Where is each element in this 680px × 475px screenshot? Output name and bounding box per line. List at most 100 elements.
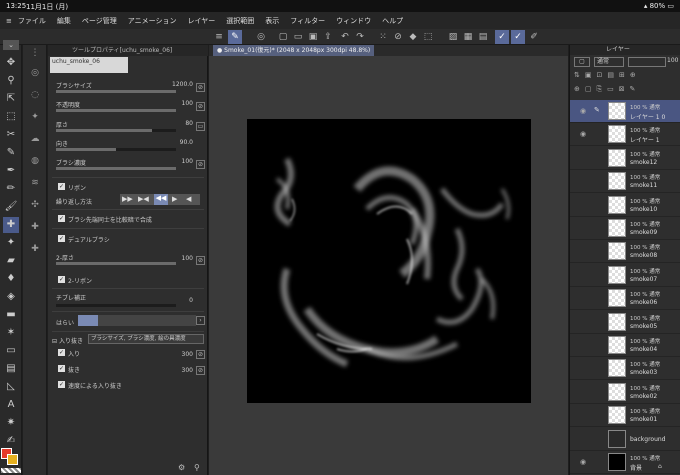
visibility-toggle[interactable] <box>580 224 588 232</box>
menu-view[interactable]: 表示 <box>265 16 279 26</box>
flick-selector[interactable] <box>78 315 196 326</box>
visibility-toggle[interactable] <box>580 364 588 372</box>
save-icon[interactable]: ▣ <box>306 30 320 44</box>
repeat-reverse-icon[interactable]: ◀◀ <box>154 194 168 205</box>
subtool-item-icon[interactable]: ✦ <box>27 109 43 125</box>
brush-size-slider[interactable] <box>56 90 176 93</box>
palette-menu-icon[interactable]: ⋮ <box>27 45 43 61</box>
export-icon[interactable]: ⇪ <box>321 30 335 44</box>
repeat-random-icon[interactable]: ◀ <box>186 195 191 203</box>
layer-color-icon[interactable]: ▢ <box>574 57 590 67</box>
fill-icon[interactable]: ◆ <box>406 30 420 44</box>
menu-edit[interactable]: 編集 <box>57 16 71 26</box>
triangle-icon[interactable]: ◺ <box>3 379 19 395</box>
speed-taper-checkbox[interactable]: ✓ <box>58 381 65 388</box>
repeat-forward-icon[interactable]: ▶▶ <box>122 195 133 203</box>
direction-value[interactable]: 90.0 <box>180 139 193 146</box>
undo-icon[interactable]: ↶ <box>338 30 352 44</box>
brush-size-value[interactable]: 1200.0 <box>172 81 193 88</box>
fill-bucket-icon[interactable]: ◈ <box>3 289 19 305</box>
thickness2-value[interactable]: 100 <box>182 255 193 262</box>
search-icon[interactable]: ⚲ <box>194 463 200 472</box>
layer-row[interactable]: 100 % 通常 smoke02 <box>570 381 680 404</box>
menu-help[interactable]: ヘルプ <box>382 16 403 26</box>
layer-row[interactable]: 100 % 通常 smoke11 <box>570 170 680 194</box>
layer-row[interactable]: 100 % 通常 smoke03 <box>570 357 680 381</box>
canvas[interactable] <box>247 119 531 403</box>
eraser-icon[interactable]: ▰ <box>3 253 19 269</box>
layer-row[interactable]: background <box>570 428 680 451</box>
layer-row[interactable]: 100 % 通常 smoke05 <box>570 311 680 334</box>
opacity-value[interactable]: 100 <box>182 100 193 107</box>
layer-row[interactable]: 100 % 通常 smoke07 <box>570 264 680 287</box>
tilt-correction-slider[interactable] <box>56 304 176 307</box>
layer-row[interactable]: 100 % 通常 smoke04 <box>570 334 680 357</box>
move-icon[interactable]: ✥ <box>3 55 19 71</box>
flick-option-active[interactable] <box>78 315 98 326</box>
dual-brush-checkbox[interactable]: ✓ <box>58 235 65 242</box>
subtool-item-icon[interactable]: ✚ <box>27 219 43 235</box>
ribbon2-checkbox[interactable]: ✓ <box>58 276 65 283</box>
layer-options-row[interactable]: ⇅▣⊡▤⊞⊕ <box>574 71 678 81</box>
tool-property-tab[interactable]: ツールプロパティ[uchu_smoke_06] <box>48 45 208 56</box>
blend-icon[interactable]: ♦ <box>3 271 19 287</box>
selection-icon[interactable]: ⬚ <box>3 109 19 125</box>
chevron-down-icon[interactable]: ⌄ <box>3 40 19 50</box>
clear-icon[interactable]: ⊘ <box>391 30 405 44</box>
frame-icon[interactable]: ▭ <box>3 343 19 359</box>
document-tab[interactable]: ● Smoke_01(復元)* (2048 x 2048px 300dpi 48… <box>213 45 375 56</box>
layer-row[interactable]: 100 % 通常 smoke06 <box>570 287 680 311</box>
menu-layer[interactable]: レイヤー <box>187 16 215 26</box>
visibility-toggle[interactable] <box>580 154 588 162</box>
eye-icon[interactable]: ◉ <box>580 458 588 466</box>
settings-icon[interactable]: ⚙ <box>178 463 185 472</box>
repeat-pingpong-icon[interactable]: ▶◀ <box>138 195 149 203</box>
visibility-toggle[interactable] <box>580 435 588 443</box>
repeat-method-selector[interactable]: ▶▶ ▶◀ ◀◀ ▶ ◀ <box>120 194 200 205</box>
menu-page[interactable]: ページ管理 <box>82 16 117 26</box>
hamburger-icon[interactable]: ≡ <box>212 30 226 44</box>
visibility-toggle[interactable] <box>580 388 588 396</box>
subtool-item-icon[interactable]: ≋ <box>27 175 43 191</box>
gallery-icon[interactable]: ◎ <box>254 30 268 44</box>
taper-dropdown[interactable]: ブラシサイズ, ブラシ濃度, 絵の具濃度 <box>88 334 204 344</box>
visibility-toggle[interactable] <box>580 294 588 302</box>
brush-icon[interactable]: 🖌 <box>3 199 19 215</box>
subtool-group-icon[interactable]: ◎ <box>27 65 43 81</box>
transparent-color-swatch[interactable] <box>1 468 21 473</box>
eye-icon[interactable]: ◉ <box>580 130 588 138</box>
taper-out-value[interactable]: 300 <box>182 367 193 374</box>
taper-out-unit-icon[interactable]: ⊘ <box>196 366 205 375</box>
blend-mode-dropdown[interactable]: 通常 <box>594 57 624 67</box>
ribbon-checkbox[interactable]: ✓ <box>58 183 65 190</box>
repeat-once-icon[interactable]: ▶ <box>172 195 177 203</box>
density-pressure-icon[interactable]: ⊘ <box>196 160 205 169</box>
deselect-icon[interactable]: ⁙ <box>376 30 390 44</box>
new-file-icon[interactable]: ▢ <box>276 30 290 44</box>
visibility-toggle[interactable] <box>580 247 588 255</box>
figure-icon[interactable]: ✶ <box>3 325 19 341</box>
stabilizer-icon[interactable]: ✓ <box>495 30 509 44</box>
layer-actions-row[interactable]: ⊕▢⎘▭⊠✎ <box>574 85 678 95</box>
correction-icon[interactable]: ✍ <box>3 433 19 449</box>
visibility-toggle[interactable] <box>580 201 588 209</box>
layer-row[interactable]: 100 % 通常 smoke10 <box>570 194 680 217</box>
menu-filter[interactable]: フィルター <box>290 16 325 26</box>
tip-multiply-checkbox[interactable]: ✓ <box>58 215 65 222</box>
menu-selection[interactable]: 選択範囲 <box>226 16 254 26</box>
thickness-pressure-icon[interactable]: ▭ <box>196 122 205 131</box>
text-icon[interactable]: A <box>3 397 19 413</box>
preset-name-field[interactable]: uchu_smoke_06 <box>50 57 128 73</box>
layer-row[interactable]: ◉ 100 % 通常 レイヤー 1 <box>570 123 680 147</box>
taper-in-value[interactable]: 300 <box>182 351 193 358</box>
ruler-tool-icon[interactable]: ▤ <box>3 361 19 377</box>
grid-icon[interactable]: ▤ <box>476 30 490 44</box>
subtool-item-icon[interactable]: ✚ <box>27 241 43 257</box>
opacity-slider[interactable] <box>56 109 176 112</box>
app-menu-icon[interactable]: ≡ <box>6 17 12 25</box>
layer-row[interactable]: 100 % 通常 smoke12 <box>570 147 680 170</box>
thickness-value[interactable]: 80 <box>185 120 193 127</box>
sub-color-swatch[interactable] <box>7 454 18 465</box>
gradient-icon[interactable]: ▬ <box>3 307 19 323</box>
subtool-item-icon[interactable]: ✣ <box>27 197 43 213</box>
